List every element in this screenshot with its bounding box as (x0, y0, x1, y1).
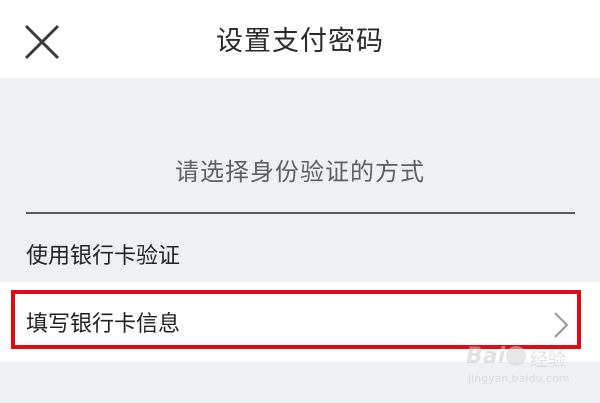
paw-icon (506, 346, 526, 366)
watermark-logo: Bai (466, 344, 506, 369)
top-bar: 设置支付密码 (0, 0, 600, 78)
watermark: Bai 经验 jingyan.baidu.com (458, 344, 588, 394)
option-bank-card-verify[interactable]: 使用银行卡验证 (26, 238, 180, 270)
chevron-right-icon (554, 312, 569, 338)
option-label: 填写银行卡信息 (26, 312, 181, 337)
page-title: 设置支付密码 (216, 26, 384, 57)
watermark-suffix: 经验 (530, 350, 566, 371)
verification-prompt: 请选择身份验证的方式 (175, 158, 425, 186)
watermark-url: jingyan.baidu.com (468, 372, 570, 385)
divider (26, 212, 575, 214)
